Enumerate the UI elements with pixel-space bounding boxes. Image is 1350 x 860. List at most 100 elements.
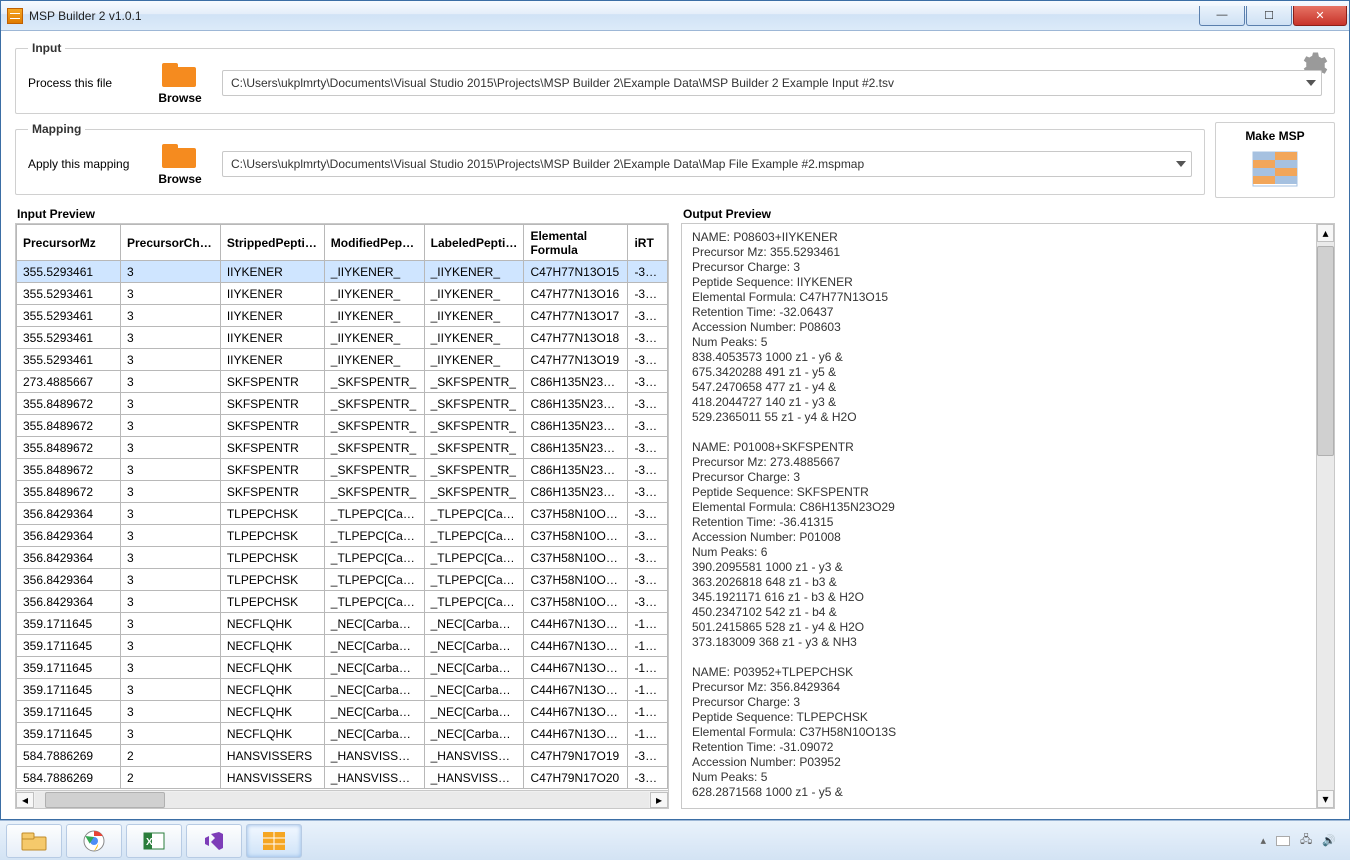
table-cell[interactable]: C37H58N10O1... bbox=[524, 525, 628, 547]
table-cell[interactable]: 3 bbox=[120, 415, 220, 437]
table-cell[interactable]: _NEC[Carbamid... bbox=[424, 701, 524, 723]
table-cell[interactable]: C86H135N23O... bbox=[524, 459, 628, 481]
table-cell[interactable]: -31.0 bbox=[628, 591, 668, 613]
table-cell[interactable]: NECFLQHK bbox=[220, 657, 324, 679]
table-row[interactable]: 584.78862692HANSVISSERS_HANSVISSERS__HAN… bbox=[17, 745, 668, 767]
chevron-down-icon[interactable] bbox=[1176, 161, 1186, 167]
table-cell[interactable]: -34.9 bbox=[628, 767, 668, 789]
table-cell[interactable]: _SKFSPENTR_ bbox=[424, 437, 524, 459]
table-row[interactable]: 355.52934613IIYKENER_IIYKENER__IIYKENER_… bbox=[17, 261, 668, 283]
table-cell[interactable]: C44H67N13O1... bbox=[524, 679, 628, 701]
table-cell[interactable]: _TLPEPC[Carba... bbox=[424, 591, 524, 613]
table-row[interactable]: 359.17116453NECFLQHK_NEC[Carbamid..._NEC… bbox=[17, 679, 668, 701]
table-cell[interactable]: 356.8429364 bbox=[17, 503, 121, 525]
table-cell[interactable]: _IIYKENER_ bbox=[424, 349, 524, 371]
table-cell[interactable]: 3 bbox=[120, 349, 220, 371]
tray-volume-icon[interactable]: 🔊 bbox=[1322, 834, 1336, 847]
table-cell[interactable]: -18.8 bbox=[628, 679, 668, 701]
table-cell[interactable]: 2 bbox=[120, 767, 220, 789]
table-cell[interactable]: SKFSPENTR bbox=[220, 481, 324, 503]
table-cell[interactable]: 584.7886269 bbox=[17, 767, 121, 789]
table-cell[interactable]: C86H135N23O... bbox=[524, 437, 628, 459]
table-cell[interactable]: SKFSPENTR bbox=[220, 371, 324, 393]
table-cell[interactable]: -32.0 bbox=[628, 349, 668, 371]
table-cell[interactable]: -18.8 bbox=[628, 701, 668, 723]
table-cell[interactable]: C44H67N13O1... bbox=[524, 635, 628, 657]
table-row[interactable]: 355.52934613IIYKENER_IIYKENER__IIYKENER_… bbox=[17, 305, 668, 327]
table-cell[interactable]: 3 bbox=[120, 635, 220, 657]
table-row[interactable]: 359.17116453NECFLQHK_NEC[Carbamid..._NEC… bbox=[17, 613, 668, 635]
table-cell[interactable]: 356.8429364 bbox=[17, 547, 121, 569]
table-cell[interactable]: C37H58N10O1... bbox=[524, 503, 628, 525]
system-tray[interactable]: ▴ 🖧 🔊 bbox=[1261, 831, 1345, 850]
mapping-browse-button[interactable]: Browse bbox=[152, 142, 208, 186]
close-button[interactable]: ✕ bbox=[1293, 6, 1347, 26]
minimize-button[interactable]: — bbox=[1199, 6, 1245, 26]
table-cell[interactable]: 2 bbox=[120, 745, 220, 767]
taskbar-excel[interactable]: X bbox=[126, 824, 182, 858]
table-cell[interactable]: -36.4 bbox=[628, 393, 668, 415]
table-cell[interactable]: C37H58N10O1... bbox=[524, 591, 628, 613]
table-cell[interactable]: _HANSVISSERS_ bbox=[424, 745, 524, 767]
table-cell[interactable]: 584.7886269 bbox=[17, 745, 121, 767]
table-cell[interactable]: _IIYKENER_ bbox=[424, 327, 524, 349]
table-cell[interactable]: C37H58N10O1... bbox=[524, 547, 628, 569]
table-cell[interactable]: _IIYKENER_ bbox=[324, 283, 424, 305]
input-browse-button[interactable]: Browse bbox=[152, 61, 208, 105]
table-cell[interactable]: HANSVISSERS bbox=[220, 745, 324, 767]
table-cell[interactable]: -32.0 bbox=[628, 327, 668, 349]
scrollbar-thumb[interactable] bbox=[45, 792, 165, 808]
table-cell[interactable]: _HANSVISSERS_ bbox=[324, 767, 424, 789]
table-cell[interactable]: C44H67N13O1... bbox=[524, 657, 628, 679]
table-cell[interactable]: -18.8 bbox=[628, 657, 668, 679]
table-cell[interactable]: TLPEPCHSK bbox=[220, 569, 324, 591]
table-cell[interactable]: _HANSVISSERS_ bbox=[324, 745, 424, 767]
table-cell[interactable]: 359.1711645 bbox=[17, 701, 121, 723]
mapping-path-field[interactable] bbox=[222, 151, 1192, 177]
table-cell[interactable]: 3 bbox=[120, 613, 220, 635]
horizontal-scrollbar[interactable]: ◂ ▸ bbox=[16, 790, 668, 808]
table-cell[interactable]: 355.5293461 bbox=[17, 283, 121, 305]
table-cell[interactable]: _TLPEPC[Carba... bbox=[424, 569, 524, 591]
table-cell[interactable]: _IIYKENER_ bbox=[424, 305, 524, 327]
table-cell[interactable]: _SKFSPENTR_ bbox=[324, 459, 424, 481]
chevron-down-icon[interactable] bbox=[1306, 80, 1316, 86]
table-cell[interactable]: 3 bbox=[120, 481, 220, 503]
table-cell[interactable]: SKFSPENTR bbox=[220, 459, 324, 481]
table-cell[interactable]: _IIYKENER_ bbox=[324, 327, 424, 349]
input-preview-table[interactable]: PrecursorMzPrecursorChargeStrippedPeptid… bbox=[16, 224, 668, 789]
table-cell[interactable]: _NEC[Carbamid... bbox=[324, 679, 424, 701]
make-msp-button[interactable]: Make MSP bbox=[1215, 122, 1335, 198]
tray-network-icon[interactable]: 🖧 bbox=[1300, 831, 1312, 850]
table-cell[interactable]: 3 bbox=[120, 393, 220, 415]
scroll-down-arrow[interactable]: ▾ bbox=[1317, 790, 1334, 808]
output-preview-text[interactable]: NAME: P08603+IIYKENER Precursor Mz: 355.… bbox=[682, 224, 1334, 808]
table-cell[interactable]: TLPEPCHSK bbox=[220, 503, 324, 525]
table-cell[interactable]: -31.0 bbox=[628, 569, 668, 591]
table-row[interactable]: 356.84293643TLPEPCHSK_TLPEPC[Carba..._TL… bbox=[17, 569, 668, 591]
table-cell[interactable]: SKFSPENTR bbox=[220, 437, 324, 459]
table-cell[interactable]: 3 bbox=[120, 657, 220, 679]
taskbar-explorer[interactable] bbox=[6, 824, 62, 858]
table-cell[interactable]: C47H77N13O18 bbox=[524, 327, 628, 349]
table-cell[interactable]: 3 bbox=[120, 701, 220, 723]
table-cell[interactable]: _TLPEPC[Carba... bbox=[324, 547, 424, 569]
table-cell[interactable]: _NEC[Carbamid... bbox=[424, 657, 524, 679]
table-cell[interactable]: -18.8 bbox=[628, 635, 668, 657]
table-cell[interactable]: _NEC[Carbamid... bbox=[324, 657, 424, 679]
table-row[interactable]: 359.17116453NECFLQHK_NEC[Carbamid..._NEC… bbox=[17, 701, 668, 723]
input-path-field[interactable] bbox=[222, 70, 1322, 96]
table-cell[interactable]: IIYKENER bbox=[220, 305, 324, 327]
table-cell[interactable]: _SKFSPENTR_ bbox=[424, 415, 524, 437]
table-cell[interactable]: NECFLQHK bbox=[220, 613, 324, 635]
column-header[interactable]: ModifiedPeptide bbox=[324, 225, 424, 261]
table-row[interactable]: 355.52934613IIYKENER_IIYKENER__IIYKENER_… bbox=[17, 283, 668, 305]
table-cell[interactable]: HANSVISSERS bbox=[220, 767, 324, 789]
table-cell[interactable]: -31.0 bbox=[628, 547, 668, 569]
table-row[interactable]: 355.84896723SKFSPENTR_SKFSPENTR__SKFSPEN… bbox=[17, 437, 668, 459]
table-cell[interactable]: SKFSPENTR bbox=[220, 415, 324, 437]
table-cell[interactable]: _NEC[Carbamid... bbox=[424, 613, 524, 635]
scroll-right-arrow[interactable]: ▸ bbox=[650, 792, 668, 808]
table-cell[interactable]: _IIYKENER_ bbox=[424, 261, 524, 283]
table-cell[interactable]: _HANSVISSERS_ bbox=[424, 767, 524, 789]
